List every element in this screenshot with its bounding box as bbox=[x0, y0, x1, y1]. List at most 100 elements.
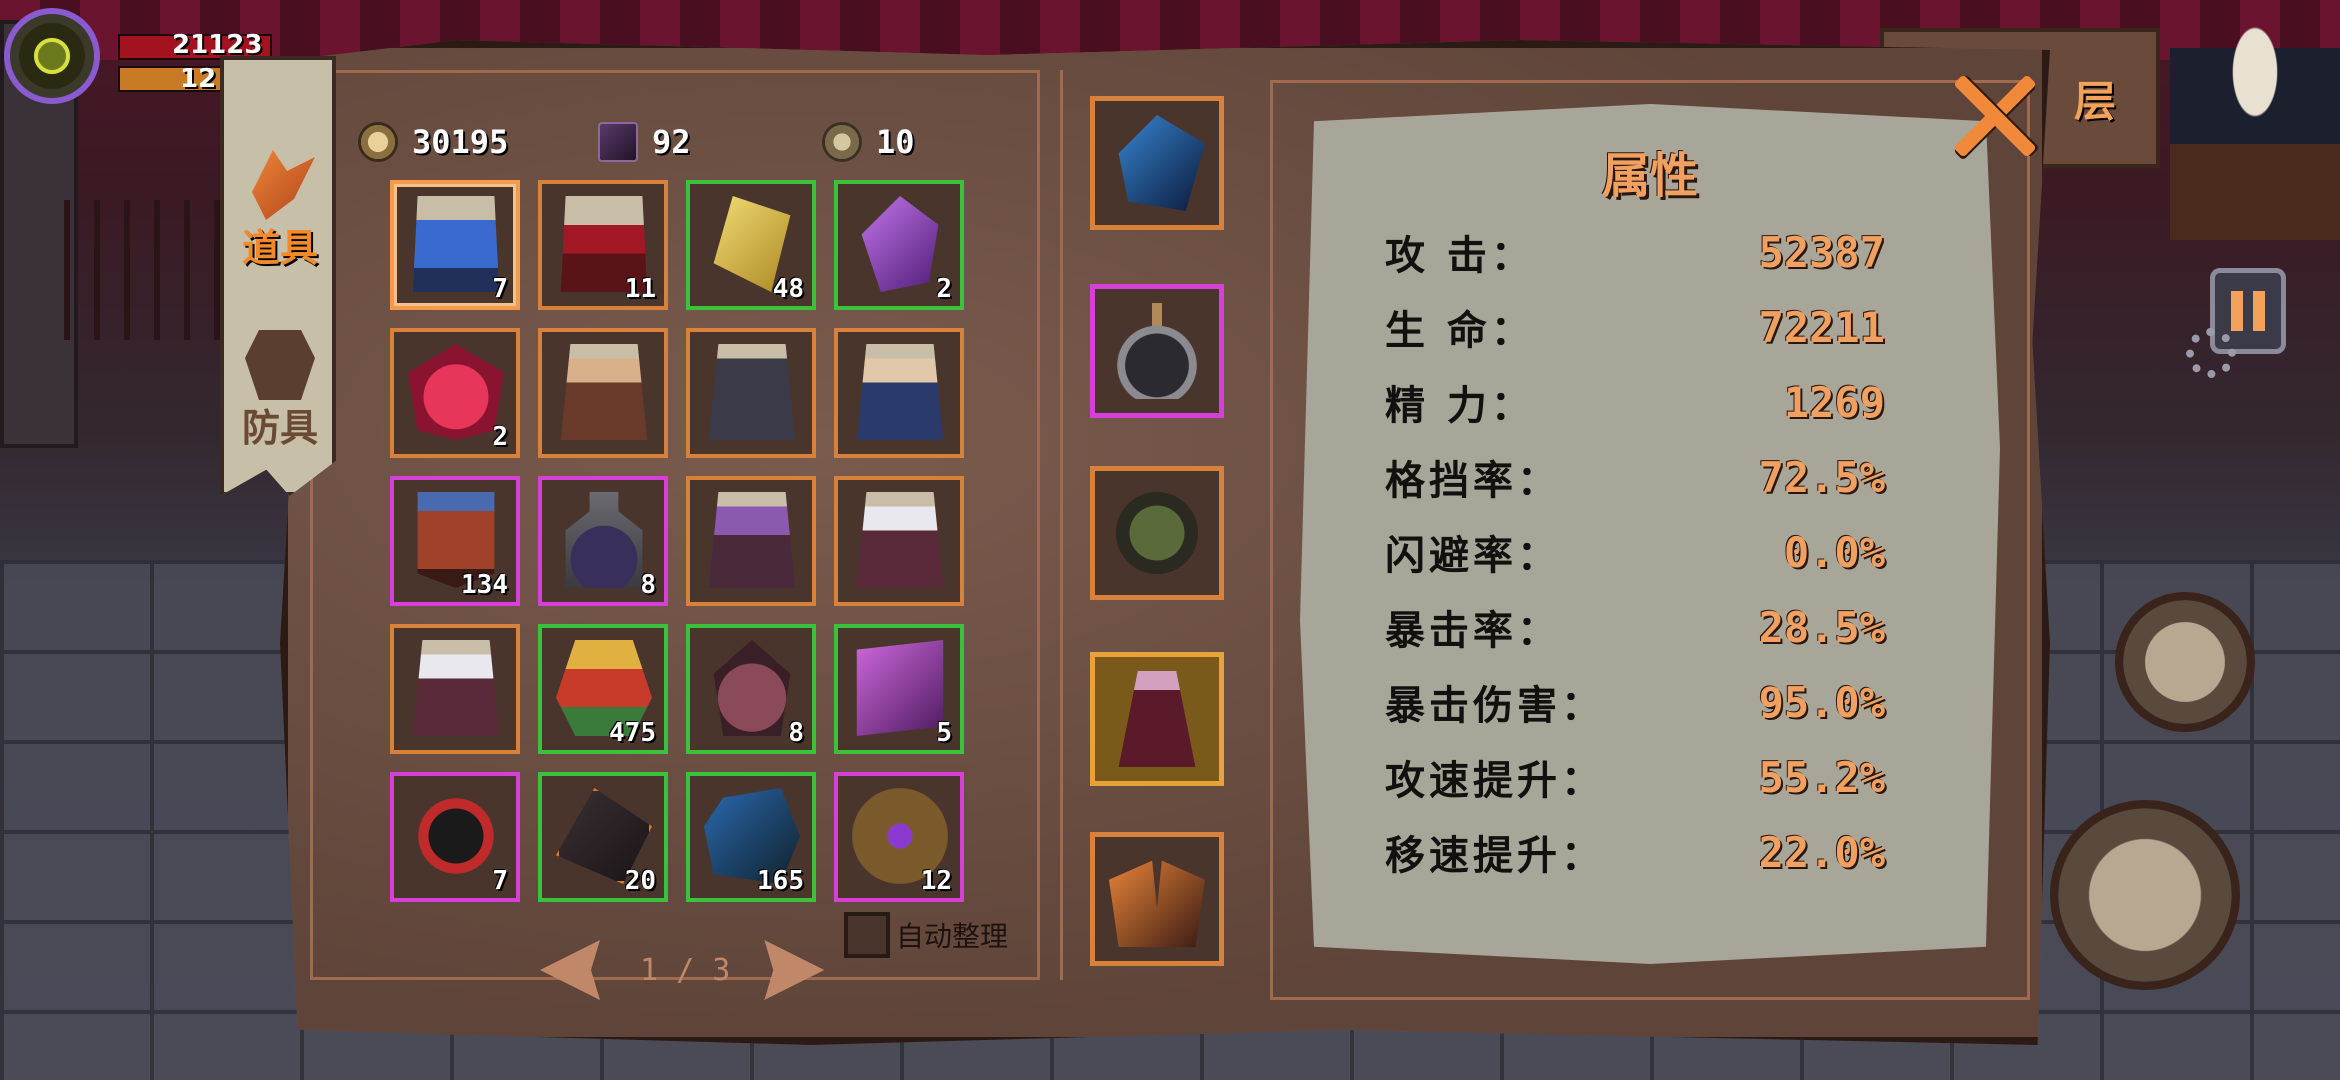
item-qty: 165 bbox=[757, 866, 804, 896]
attr-row-move-speed: 移速提升： 22.0% bbox=[1385, 822, 1885, 882]
item-qty: 7 bbox=[492, 866, 508, 896]
attr-value: 55.2% bbox=[1758, 752, 1885, 802]
floor-label: 层 bbox=[2073, 77, 2116, 126]
auto-sort-toggle[interactable]: 自动整理 bbox=[844, 912, 1008, 958]
inventory-slot[interactable]: 7 bbox=[390, 772, 520, 902]
items-icon bbox=[252, 150, 315, 220]
inventory-slot[interactable]: 20 bbox=[538, 772, 668, 902]
inventory-slot[interactable] bbox=[390, 624, 520, 754]
purple-card-icon bbox=[856, 640, 944, 736]
gold-value: 30195 bbox=[412, 123, 509, 161]
inventory-slot[interactable] bbox=[686, 476, 816, 606]
inventory-grid: 7 11 48 2 2 134 8 475 8 5 7 20 165 12 bbox=[390, 180, 972, 902]
hero-card-hooded-icon bbox=[708, 344, 796, 440]
skill-button-small[interactable] bbox=[2115, 592, 2255, 732]
spellbook-icon bbox=[598, 122, 638, 162]
spellbook-value: 92 bbox=[652, 123, 691, 161]
gold-currency: 30195 bbox=[358, 120, 508, 164]
auto-sort-checkbox[interactable] bbox=[844, 912, 890, 958]
inventory-slot[interactable]: 8 bbox=[686, 624, 816, 754]
item-qty: 134 bbox=[461, 570, 508, 600]
dark-ring-icon bbox=[408, 788, 504, 884]
inventory-slot[interactable]: 2 bbox=[390, 328, 520, 458]
inventory-slot[interactable]: 48 bbox=[686, 180, 816, 310]
item-qty: 7 bbox=[492, 274, 508, 304]
inventory-slot[interactable] bbox=[686, 328, 816, 458]
item-qty: 2 bbox=[936, 274, 952, 304]
category-tabs: 道具 防具 bbox=[220, 56, 336, 496]
item-qty: 20 bbox=[624, 866, 656, 896]
inventory-slot[interactable]: 11 bbox=[538, 180, 668, 310]
prev-page-arrow-icon[interactable] bbox=[540, 940, 600, 1000]
attr-value: 28.5% bbox=[1758, 602, 1885, 652]
attr-label: 精 力： bbox=[1385, 383, 1535, 429]
item-qty: 5 bbox=[936, 718, 952, 748]
inventory-slot[interactable]: 12 bbox=[834, 772, 964, 902]
attr-value: 52387 bbox=[1758, 227, 1885, 277]
iron-fence-decoration bbox=[40, 200, 220, 340]
next-page-arrow-icon[interactable] bbox=[764, 940, 825, 1000]
attr-label: 暴击伤害： bbox=[1385, 683, 1605, 729]
skill-button-large[interactable] bbox=[2050, 800, 2240, 990]
equip-slot-accessory[interactable] bbox=[1090, 284, 1224, 418]
equip-slot-armor[interactable] bbox=[1090, 466, 1224, 600]
purple-crystal-icon bbox=[861, 196, 939, 292]
attr-value: 0.0% bbox=[1783, 527, 1885, 577]
npc-portrait[interactable] bbox=[2170, 0, 2340, 240]
inventory-slot[interactable]: 8 bbox=[538, 476, 668, 606]
attr-value: 72.5% bbox=[1758, 452, 1885, 502]
attr-label: 移速提升： bbox=[1385, 833, 1605, 879]
attr-row-attack: 攻 击： 52387 bbox=[1385, 222, 1885, 282]
item-qty: 8 bbox=[640, 570, 656, 600]
attributes-title: 属性 bbox=[1601, 148, 1698, 204]
tab-armor-label: 防具 bbox=[241, 406, 318, 450]
auto-sort-label: 自动整理 bbox=[896, 920, 1009, 953]
item-qty: 11 bbox=[624, 274, 656, 304]
hero-card-blonde-icon bbox=[856, 344, 944, 440]
inventory-slot[interactable]: 134 bbox=[390, 476, 520, 606]
attr-row-dodge-rate: 闪避率： 0.0% bbox=[1385, 522, 1885, 582]
inventory-slot[interactable]: 165 bbox=[686, 772, 816, 902]
attr-row-health: 生 命： 72211 bbox=[1385, 297, 1885, 357]
equip-slot-companion[interactable] bbox=[1090, 652, 1224, 786]
attr-label: 生 命： bbox=[1385, 308, 1535, 354]
dark-fruit-icon bbox=[713, 640, 791, 736]
flame-gauntlet-icon bbox=[1109, 860, 1205, 947]
attr-row-energy: 精 力： 1269 bbox=[1385, 372, 1885, 432]
attr-label: 格挡率： bbox=[1385, 458, 1561, 504]
item-qty: 8 bbox=[788, 718, 804, 748]
inventory-slot[interactable]: 7 bbox=[390, 180, 520, 310]
hero-card-silverhair-icon bbox=[412, 640, 500, 736]
player-emblem-icon[interactable] bbox=[4, 8, 100, 104]
hero-card-redhair-icon bbox=[560, 344, 648, 440]
inventory-slot[interactable]: 5 bbox=[834, 624, 964, 754]
attr-label: 暴击率： bbox=[1385, 608, 1561, 654]
tab-items-label: 道具 bbox=[241, 226, 318, 270]
hp-value: 21123 bbox=[172, 30, 263, 60]
tab-armor[interactable]: 防具 bbox=[230, 280, 330, 450]
medal-value: 10 bbox=[876, 123, 915, 161]
potion-jar-icon bbox=[565, 492, 643, 588]
close-icon[interactable] bbox=[1948, 70, 2038, 160]
inventory-slot[interactable] bbox=[538, 328, 668, 458]
inventory-slot[interactable] bbox=[834, 476, 964, 606]
inventory-slot[interactable] bbox=[834, 328, 964, 458]
attr-value: 72211 bbox=[1758, 302, 1885, 352]
beetle-armor-icon bbox=[1109, 485, 1205, 581]
page-indicator: 1 / 3 bbox=[640, 952, 731, 988]
tab-items[interactable]: 道具 bbox=[230, 100, 330, 270]
item-qty: 48 bbox=[772, 274, 804, 304]
attr-value: 95.0% bbox=[1758, 677, 1885, 727]
spellbook-currency: 92 bbox=[598, 120, 691, 164]
equip-slot-weapon[interactable] bbox=[1090, 96, 1224, 230]
pager: 1 / 3 bbox=[540, 940, 825, 1000]
item-qty: 475 bbox=[609, 718, 656, 748]
mp-value: 12 bbox=[180, 64, 217, 94]
inventory-slot[interactable]: 475 bbox=[538, 624, 668, 754]
hero-card-whitehair-icon bbox=[856, 492, 944, 588]
equip-slot-gloves[interactable] bbox=[1090, 832, 1224, 966]
inventory-slot[interactable]: 2 bbox=[834, 180, 964, 310]
attr-value: 22.0% bbox=[1758, 827, 1885, 877]
gear-icon[interactable] bbox=[2186, 328, 2236, 378]
crimson-knight-icon bbox=[1118, 671, 1196, 767]
